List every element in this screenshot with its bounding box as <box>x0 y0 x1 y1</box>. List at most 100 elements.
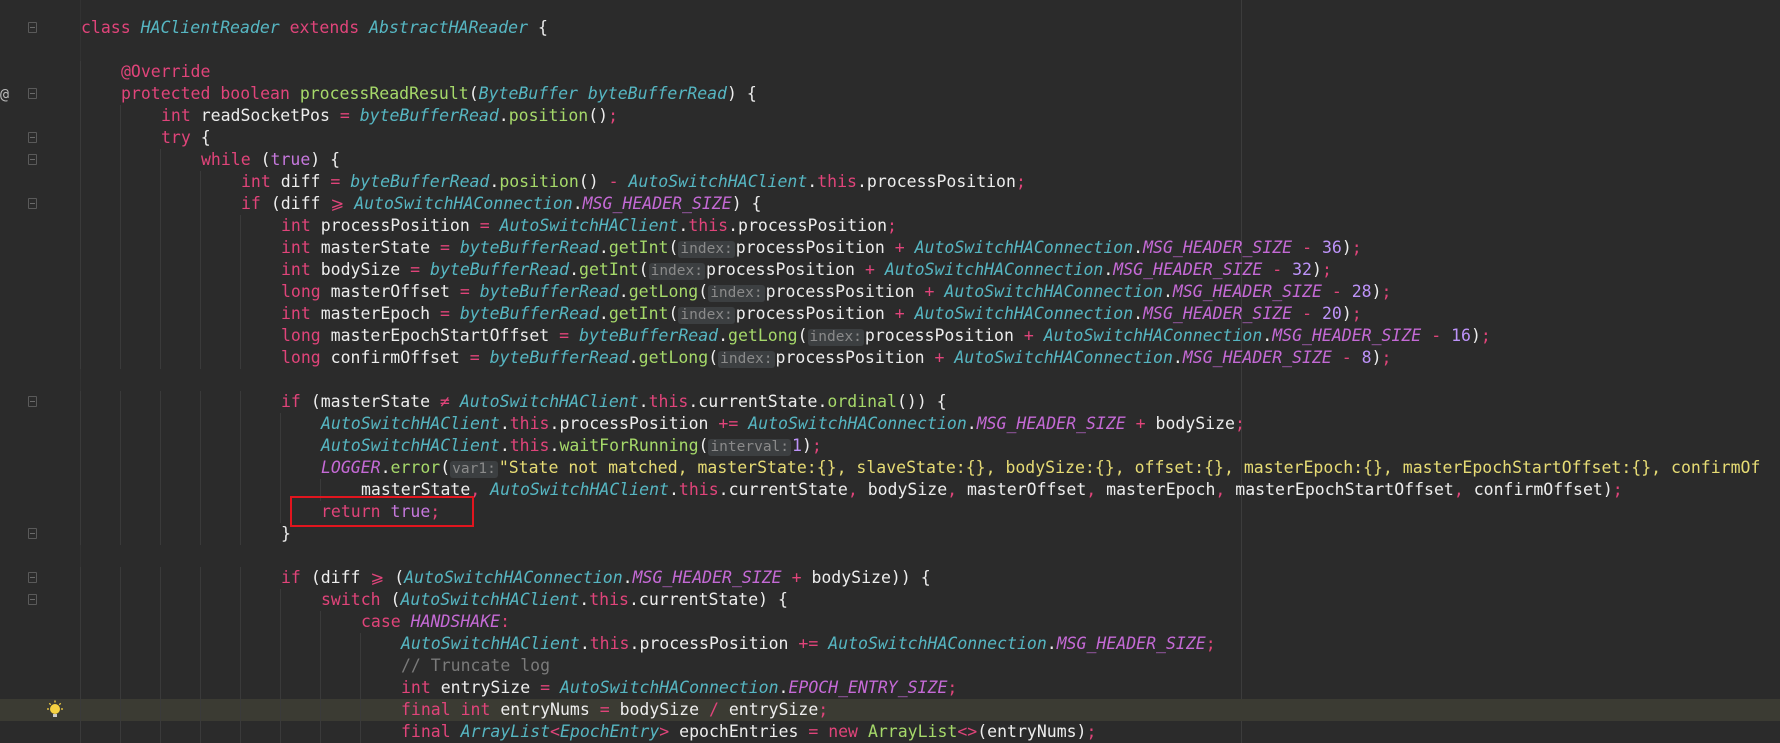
code-token: , <box>847 480 868 499</box>
fold-toggle-icon[interactable] <box>28 528 37 539</box>
code-token: . <box>489 172 500 191</box>
indent-guide <box>80 303 81 325</box>
code-token: ; <box>1480 326 1491 345</box>
indent-guide <box>160 699 161 721</box>
code-line[interactable]: if (diff ⩾ (AutoSwitchHAConnection.MSG_H… <box>0 567 1780 589</box>
fold-toggle-icon[interactable] <box>28 132 37 143</box>
code-token: = <box>330 172 351 191</box>
code-line[interactable]: long confirmOffset = byteBufferRead.getL… <box>0 347 1780 369</box>
code-token: this <box>817 172 857 191</box>
code-line[interactable]: if (masterState ≠ AutoSwitchHAClient.thi… <box>0 391 1780 413</box>
code-token: . <box>1133 304 1144 323</box>
indent-guide <box>80 435 81 457</box>
indent-guide <box>280 721 281 743</box>
indent-guide <box>360 633 361 655</box>
code-token: error <box>390 458 441 477</box>
code-token: + <box>934 348 955 367</box>
parameter-hint: index: <box>648 263 705 280</box>
code-token: ; <box>1381 348 1392 367</box>
code-line[interactable]: // Truncate log <box>0 655 1780 677</box>
indent-guide <box>120 347 121 369</box>
indent-guide <box>200 281 201 303</box>
code-text: switch (AutoSwitchHAClient.this.currentS… <box>321 589 788 611</box>
code-token: entrySize <box>440 678 541 697</box>
indent-guide <box>240 655 241 677</box>
code-token: while <box>201 150 261 169</box>
code-line[interactable] <box>0 39 1780 61</box>
code-line[interactable]: masterState, AutoSwitchHAClient.this.cur… <box>0 479 1780 501</box>
code-token: ( <box>390 590 401 609</box>
code-line[interactable]: LOGGER.error(var1: "State not matched, ma… <box>0 457 1780 479</box>
code-token: entrySize <box>728 700 819 719</box>
code-token: int <box>401 678 441 697</box>
code-line[interactable]: final int entryNums = bodySize / entrySi… <box>0 699 1780 721</box>
code-token: long <box>281 348 331 367</box>
code-text: int readSocketPos = byteBufferRead.posit… <box>161 105 618 127</box>
code-line[interactable]: int masterEpoch = byteBufferRead.getInt(… <box>0 303 1780 325</box>
indent-guide <box>80 149 81 171</box>
indent-guide <box>200 677 201 699</box>
code-line[interactable]: int masterState = byteBufferRead.getInt(… <box>0 237 1780 259</box>
code-token: final <box>401 722 461 741</box>
code-token: processPosition <box>735 238 895 257</box>
code-line[interactable]: int diff = byteBufferRead.position() - A… <box>0 171 1780 193</box>
code-line[interactable]: case HANDSHAKE: <box>0 611 1780 633</box>
code-line[interactable]: int readSocketPos = byteBufferRead.posit… <box>0 105 1780 127</box>
code-token: masterEpochStartOffset <box>330 326 560 345</box>
fold-toggle-icon[interactable] <box>28 88 37 99</box>
code-line[interactable]: while (true) { <box>0 149 1780 171</box>
indent-guide <box>160 347 161 369</box>
code-line[interactable]: int entrySize = AutoSwitchHAConnection.E… <box>0 677 1780 699</box>
code-line[interactable]: switch (AutoSwitchHAClient.this.currentS… <box>0 589 1780 611</box>
code-token: - <box>1431 326 1452 345</box>
code-line[interactable]: int bodySize = byteBufferRead.getInt(ind… <box>0 259 1780 281</box>
code-token: . <box>966 414 977 433</box>
indent-guide <box>320 655 321 677</box>
intention-bulb-icon[interactable] <box>45 700 65 720</box>
code-token: . <box>817 392 828 411</box>
indent-guide <box>80 567 81 589</box>
indent-guide <box>120 303 121 325</box>
fold-toggle-icon[interactable] <box>28 572 37 583</box>
parameter-hint: index: <box>708 285 765 302</box>
code-token: ) <box>1341 238 1352 257</box>
code-line[interactable]: long masterEpochStartOffset = byteBuffer… <box>0 325 1780 347</box>
code-line[interactable]: if (diff ⩾ AutoSwitchHAConnection.MSG_HE… <box>0 193 1780 215</box>
fold-toggle-icon[interactable] <box>28 154 37 165</box>
indent-guide <box>80 83 81 105</box>
code-token: AutoSwitchHAClient <box>321 414 500 433</box>
code-line[interactable]: class HAClientReader extends AbstractHAR… <box>0 17 1780 39</box>
code-token: currentState <box>698 392 818 411</box>
parameter-hint: index: <box>718 351 775 368</box>
indent-guide <box>160 215 161 237</box>
fold-toggle-icon[interactable] <box>28 198 37 209</box>
code-token: AbstractHAReader <box>369 18 538 37</box>
code-line[interactable]: @Override <box>0 61 1780 83</box>
code-line[interactable] <box>0 369 1780 391</box>
code-line[interactable]: final ArrayList<EpochEntry> epochEntries… <box>0 721 1780 743</box>
override-marker-icon[interactable]: @ <box>0 83 9 105</box>
code-line[interactable]: AutoSwitchHAClient.this.processPosition … <box>0 413 1780 435</box>
code-line[interactable]: AutoSwitchHAClient.this.waitForRunning(i… <box>0 435 1780 457</box>
code-line[interactable] <box>0 545 1780 567</box>
fold-toggle-icon[interactable] <box>28 594 37 605</box>
code-line[interactable]: try { <box>0 127 1780 149</box>
code-token: ; <box>608 106 619 125</box>
code-line[interactable]: long masterOffset = byteBufferRead.getLo… <box>0 281 1780 303</box>
code-line[interactable]: AutoSwitchHAClient.this.processPosition … <box>0 633 1780 655</box>
code-line[interactable]: } <box>0 523 1780 545</box>
code-token: int <box>281 238 321 257</box>
code-token: . <box>1262 326 1273 345</box>
code-line[interactable]: return true; <box>0 501 1780 523</box>
code-token: - <box>1302 238 1322 257</box>
code-token: ) { <box>727 84 757 103</box>
code-editor[interactable]: class HAClientReader extends AbstractHAR… <box>0 0 1780 743</box>
code-token: AutoSwitchHAClient <box>401 634 580 653</box>
code-token: waitForRunning <box>559 436 699 455</box>
code-token: masterOffset <box>330 282 460 301</box>
fold-toggle-icon[interactable] <box>28 22 37 33</box>
code-line[interactable]: int processPosition = AutoSwitchHAClient… <box>0 215 1780 237</box>
fold-toggle-icon[interactable] <box>28 396 37 407</box>
indent-guide <box>80 501 81 523</box>
code-line[interactable]: @ protected boolean processReadResult(Byt… <box>0 83 1780 105</box>
